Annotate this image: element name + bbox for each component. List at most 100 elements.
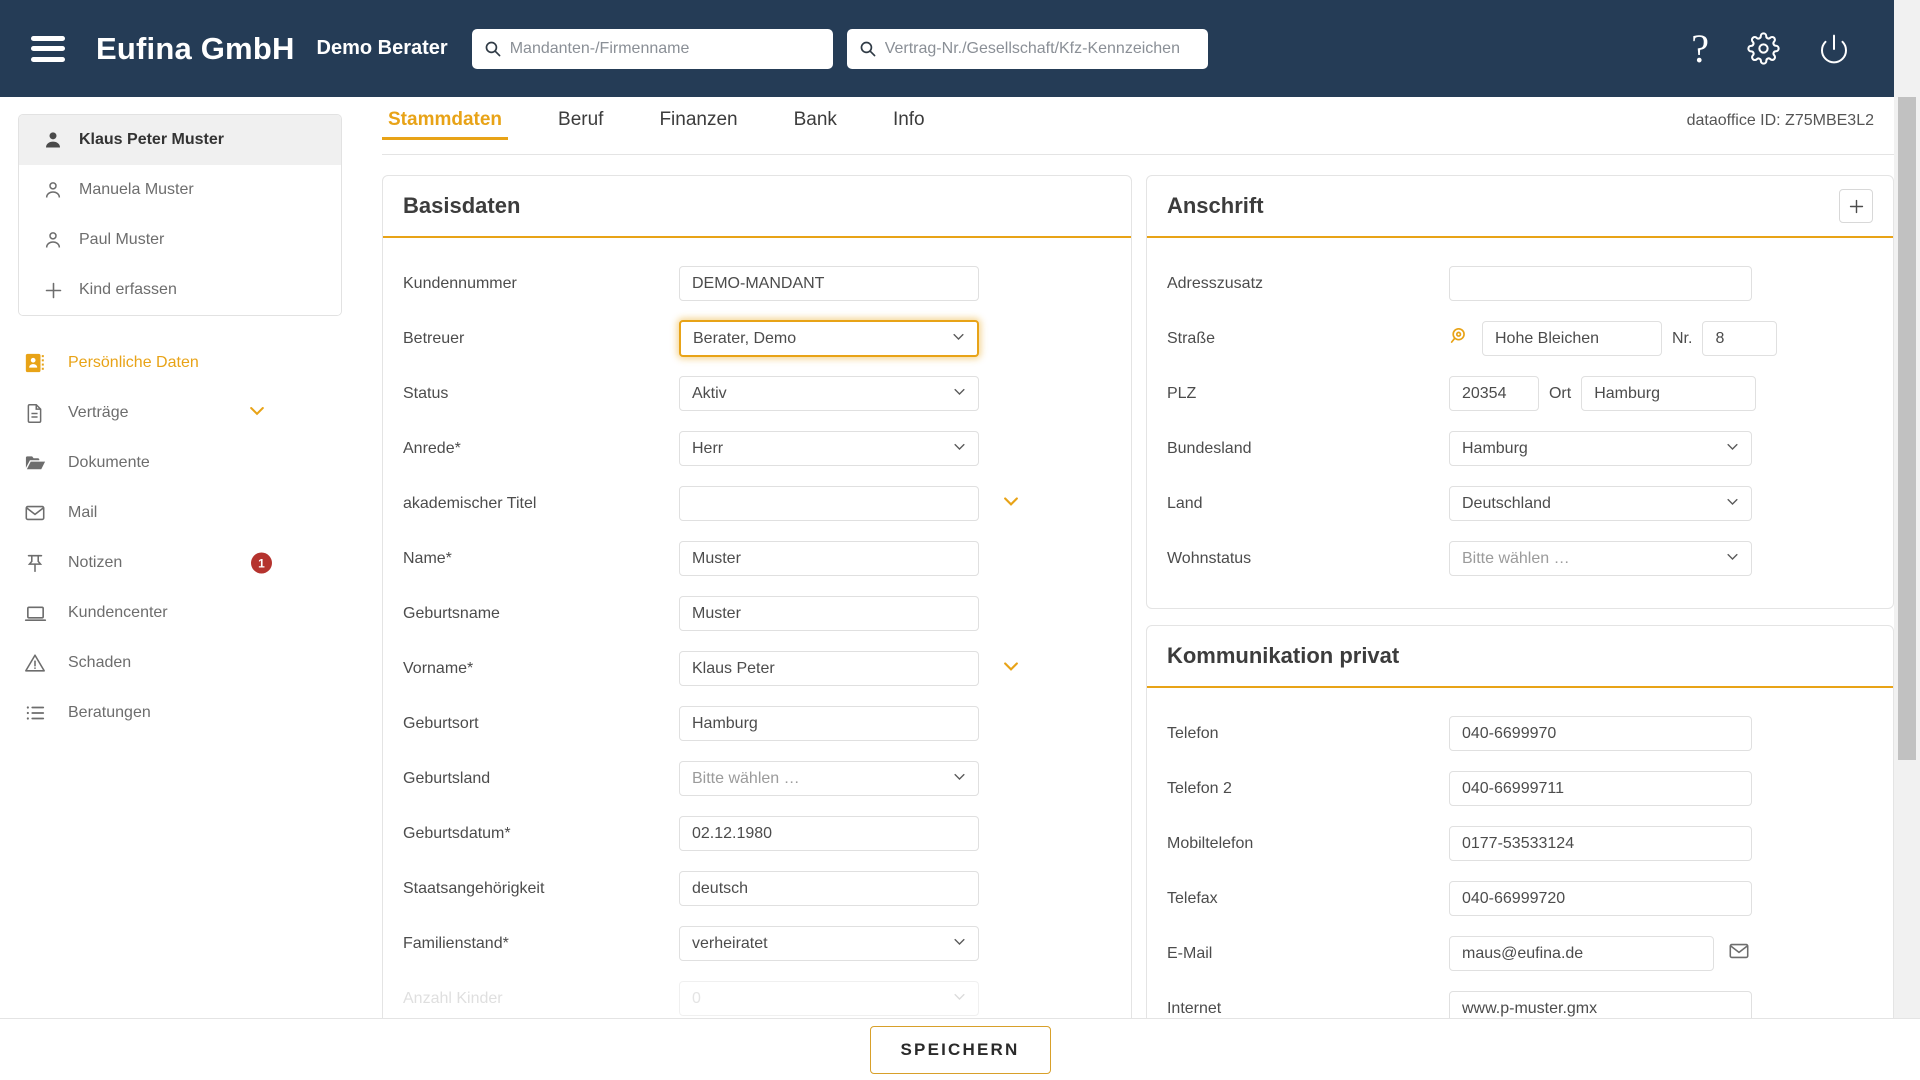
telefon-input[interactable]: 040-6699970 bbox=[1449, 716, 1752, 751]
tab-beruf[interactable]: Beruf bbox=[552, 109, 609, 140]
staatsangehoerigkeit-value: deutsch bbox=[692, 880, 748, 898]
staatsangehoerigkeit-input[interactable]: deutsch bbox=[679, 871, 979, 906]
geburtsdatum-input[interactable]: 02.12.1980 bbox=[679, 816, 979, 851]
vorname-input[interactable]: Klaus Peter bbox=[679, 651, 979, 686]
chevron-down-icon bbox=[1725, 549, 1740, 569]
vorname-expand-chevron-down-icon[interactable] bbox=[1001, 656, 1021, 681]
kundennummer-value: DEMO-MANDANT bbox=[692, 275, 824, 293]
save-button[interactable]: SPEICHERN bbox=[870, 1026, 1051, 1074]
sidebar-person-klaus-peter-muster[interactable]: Klaus Peter Muster bbox=[19, 115, 341, 165]
sidebar-item-kundencenter[interactable]: Kundencenter bbox=[0, 588, 360, 638]
geburtsland-select[interactable]: Bitte wählen … bbox=[679, 761, 979, 796]
hausnummer-input[interactable]: 8 bbox=[1702, 321, 1777, 356]
help-icon[interactable]: ? bbox=[1691, 29, 1709, 69]
main-content: Stammdaten Beruf Finanzen Bank Info data… bbox=[360, 97, 1894, 1080]
tab-bank[interactable]: Bank bbox=[788, 109, 843, 140]
geburtsland-value: Bitte wählen … bbox=[692, 770, 800, 788]
sidebar-item-schaden[interactable]: Schaden bbox=[0, 638, 360, 688]
chevron-down-icon bbox=[952, 384, 967, 404]
sidebar-item-dokumente[interactable]: Dokumente bbox=[0, 438, 360, 488]
akademischer-titel-input[interactable] bbox=[679, 486, 979, 521]
field-label: Staatsangehörigkeit bbox=[403, 880, 679, 898]
mobiltelefon-input[interactable]: 0177-53533124 bbox=[1449, 826, 1752, 861]
status-select[interactable]: Aktiv bbox=[679, 376, 979, 411]
anrede-select[interactable]: Herr bbox=[679, 431, 979, 466]
wohnstatus-value: Bitte wählen … bbox=[1462, 550, 1570, 568]
field-label: Telefon 2 bbox=[1167, 780, 1449, 798]
telefon2-input[interactable]: 040-66999711 bbox=[1449, 771, 1752, 806]
chevron-down-icon[interactable] bbox=[247, 401, 267, 426]
strasse-value: Hohe Bleichen bbox=[1495, 330, 1599, 348]
add-anschrift-button[interactable] bbox=[1839, 189, 1873, 223]
field-land: Land Deutschland bbox=[1167, 476, 1873, 531]
telefon2-value: 040-66999711 bbox=[1462, 780, 1564, 798]
dataoffice-id: dataoffice ID: Z75MBE3L2 bbox=[1687, 109, 1894, 130]
hamburger-icon[interactable] bbox=[31, 36, 65, 62]
field-bundesland: Bundesland Hamburg bbox=[1167, 421, 1873, 476]
power-icon[interactable] bbox=[1818, 33, 1850, 65]
form-columns: Basisdaten Kundennummer DEMO-MANDANT Bet… bbox=[360, 155, 1894, 1059]
name-input[interactable]: Muster bbox=[679, 541, 979, 576]
vertical-scrollbar[interactable] bbox=[1894, 97, 1920, 1080]
search-client-input[interactable] bbox=[510, 40, 833, 58]
telefax-value: 040-66999720 bbox=[1462, 890, 1565, 908]
sidebar-person-paul-muster[interactable]: Paul Muster bbox=[19, 215, 341, 265]
telefax-input[interactable]: 040-66999720 bbox=[1449, 881, 1752, 916]
tab-finanzen[interactable]: Finanzen bbox=[653, 109, 743, 140]
search-client-box[interactable] bbox=[472, 29, 833, 69]
sidebar-add-child-button[interactable]: Kind erfassen bbox=[19, 265, 341, 315]
sidebar-item-notizen[interactable]: Notizen 1 bbox=[0, 538, 360, 588]
status-value: Aktiv bbox=[692, 385, 727, 403]
field-status: Status Aktiv bbox=[403, 366, 1111, 421]
geburtsname-input[interactable]: Muster bbox=[679, 596, 979, 631]
akademischer-titel-expand-chevron-down-icon[interactable] bbox=[1001, 491, 1021, 516]
gear-icon[interactable] bbox=[1747, 32, 1780, 65]
kundennummer-input[interactable]: DEMO-MANDANT bbox=[679, 266, 979, 301]
field-geburtsort: Geburtsort Hamburg bbox=[403, 696, 1111, 751]
search-contract-input[interactable] bbox=[885, 40, 1208, 58]
mobiltelefon-value: 0177-53533124 bbox=[1462, 835, 1574, 853]
bundesland-select[interactable]: Hamburg bbox=[1449, 431, 1752, 466]
wohnstatus-select[interactable]: Bitte wählen … bbox=[1449, 541, 1752, 576]
internet-value: www.p-muster.gmx bbox=[1462, 1000, 1597, 1018]
field-label: Straße bbox=[1167, 330, 1449, 348]
betreuer-select[interactable]: Berater, Demo bbox=[679, 320, 979, 357]
plz-input[interactable]: 20354 bbox=[1449, 376, 1539, 411]
sidebar-item-label: Beratungen bbox=[68, 704, 151, 722]
adresszusatz-input[interactable] bbox=[1449, 266, 1752, 301]
field-label: Kundennummer bbox=[403, 275, 679, 293]
sidebar-item-persoenliche-daten[interactable]: Persönliche Daten bbox=[0, 338, 360, 388]
field-strasse: Straße Hohe Bleichen Nr. 8 bbox=[1167, 311, 1873, 366]
sidebar-nav: Persönliche Daten Verträge Dokumente bbox=[0, 338, 360, 738]
tab-stammdaten[interactable]: Stammdaten bbox=[382, 109, 508, 140]
laptop-icon bbox=[24, 602, 68, 625]
vertical-scrollbar-thumb[interactable] bbox=[1898, 97, 1916, 760]
search-contract-box[interactable] bbox=[847, 29, 1208, 69]
anzahl-kinder-select[interactable]: 0 bbox=[679, 981, 979, 1016]
sidebar-item-mail[interactable]: Mail bbox=[0, 488, 360, 538]
search-icon bbox=[484, 40, 501, 57]
email-input[interactable]: maus@eufina.de bbox=[1449, 936, 1714, 971]
field-akademischer-titel: akademischer Titel bbox=[403, 476, 1111, 531]
field-email: E-Mail maus@eufina.de bbox=[1167, 926, 1873, 981]
land-select[interactable]: Deutschland bbox=[1449, 486, 1752, 521]
sidebar-item-vertraege[interactable]: Verträge bbox=[0, 388, 360, 438]
sidebar-person-manuela-muster[interactable]: Manuela Muster bbox=[19, 165, 341, 215]
ort-input[interactable]: Hamburg bbox=[1581, 376, 1756, 411]
field-geburtsname: Geburtsname Muster bbox=[403, 586, 1111, 641]
sidebar-item-label: Mail bbox=[68, 504, 97, 522]
tab-info[interactable]: Info bbox=[887, 109, 931, 140]
field-staatsangehoerigkeit: Staatsangehörigkeit deutsch bbox=[403, 861, 1111, 916]
familienstand-select[interactable]: verheiratet bbox=[679, 926, 979, 961]
panel-body: Kundennummer DEMO-MANDANT Betreuer Berat… bbox=[383, 238, 1131, 1048]
geburtsort-input[interactable]: Hamburg bbox=[679, 706, 979, 741]
envelope-icon[interactable] bbox=[1728, 940, 1750, 967]
sidebar-item-label: Persönliche Daten bbox=[68, 354, 199, 372]
map-pin-search-icon[interactable] bbox=[1449, 326, 1470, 352]
field-telefon-2: Telefon 2 040-66999711 bbox=[1167, 761, 1873, 816]
geburtsdatum-value: 02.12.1980 bbox=[692, 825, 772, 843]
app-header: Eufina GmbH Demo Berater ? bbox=[0, 0, 1894, 97]
strasse-input[interactable]: Hohe Bleichen bbox=[1482, 321, 1662, 356]
sidebar: Klaus Peter Muster Manuela Muster Paul M… bbox=[0, 97, 360, 1080]
sidebar-item-beratungen[interactable]: Beratungen bbox=[0, 688, 360, 738]
